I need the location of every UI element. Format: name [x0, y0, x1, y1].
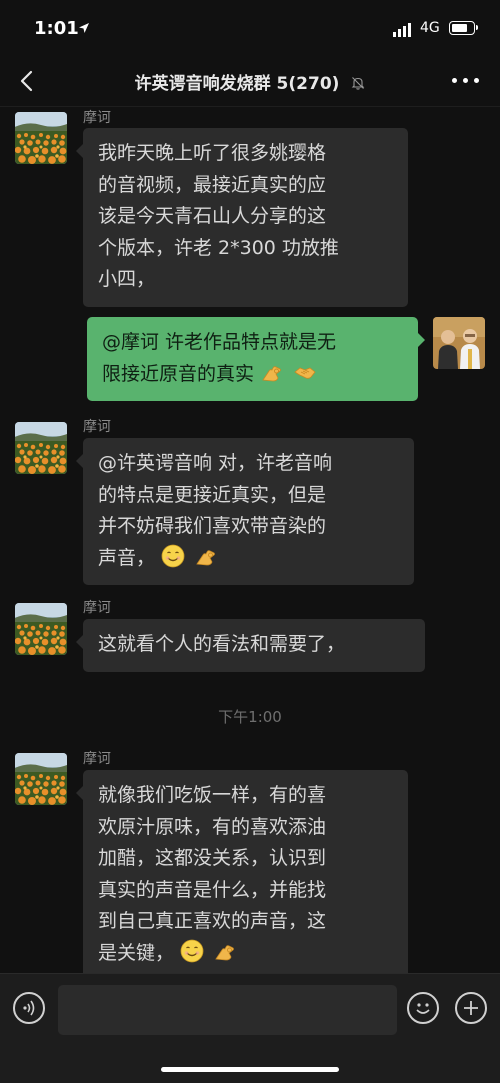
message-item: 摩诃 我昨天晚上听了很多姚璎格 的音视频，最接近真实的应 该是今天青石山人分享的…	[0, 107, 500, 307]
message-line: 限接近原音的真实	[102, 359, 404, 391]
ok-hand-icon	[260, 360, 284, 384]
message-bubble[interactable]: @许英谔音响 对，许老音响 的特点是更接近真实，但是 并不妨碍我们喜欢带音染的 …	[76, 438, 414, 585]
emoji-icon[interactable]	[407, 992, 439, 1024]
avatar[interactable]	[433, 317, 485, 369]
sender-name: 摩诃	[83, 751, 111, 767]
avatar[interactable]	[15, 112, 67, 164]
message-line: 加醋，这都没关系，认识到	[98, 847, 327, 869]
avatar[interactable]	[15, 603, 67, 655]
message-text: 是关键，	[98, 941, 175, 964]
bell-off-icon	[352, 77, 365, 90]
ok-hand-icon	[213, 939, 237, 963]
message-text: 声音，	[98, 546, 156, 569]
more-dots-icon[interactable]	[452, 78, 480, 84]
message-line: 我昨天晚上听了很多姚璎格	[98, 142, 327, 164]
message-line: 的特点是更接近真实，但是	[98, 483, 327, 506]
plus-icon[interactable]	[455, 992, 487, 1024]
message-line: 这就看个人的看法和需要了，	[98, 633, 346, 655]
sender-name: 摩诃	[83, 419, 111, 435]
voice-icon[interactable]	[13, 992, 45, 1024]
message-line: @摩诃 许老作品特点就是无	[102, 331, 337, 353]
message-input[interactable]	[58, 985, 397, 1035]
message-line: 真实的声音是什么，并能找	[98, 878, 327, 901]
location-arrow-icon	[79, 23, 89, 33]
message-item: 摩诃 @许英谔音响 对，许老音响 的特点是更接近真实，但是 并不妨碍我们喜欢带音…	[0, 416, 500, 596]
message-bubble[interactable]: @摩诃 许老作品特点就是无 限接近原音的真实	[87, 317, 425, 401]
message-line: 该是今天青石山人分享的这	[98, 205, 327, 227]
message-item: 摩诃 这就看个人的看法和需要了，	[0, 597, 500, 677]
home-indicator[interactable]	[161, 1067, 339, 1072]
chat-title: 许英谔音响发烧群 5(270)	[0, 69, 500, 94]
message-line: @许英谔音响 对，许老音响	[98, 452, 333, 474]
chat-header: 许英谔音响发烧群 5(270)	[0, 56, 500, 107]
time-separator: 下午1:00	[218, 708, 282, 726]
message-line: 声音，	[98, 543, 400, 575]
sender-name: 摩诃	[83, 600, 111, 616]
message-line: 小四，	[98, 268, 156, 290]
message-bubble[interactable]: 我昨天晚上听了很多姚璎格 的音视频，最接近真实的应 该是今天青石山人分享的这 个…	[76, 128, 408, 307]
avatar[interactable]	[15, 422, 67, 474]
sender-name: 摩诃	[83, 110, 111, 126]
message-bubble[interactable]: 这就看个人的看法和需要了，	[76, 619, 425, 672]
message-item: 摩诃 就像我们吃饭一样，有的喜 欢原汁原味，有的喜欢添油 加醋，这都没关系，认识…	[0, 748, 500, 973]
battery-level	[452, 24, 468, 32]
network-type: 4G	[420, 20, 440, 36]
avatar[interactable]	[15, 753, 67, 805]
handshake-icon	[293, 360, 317, 384]
message-line: 欢原汁原味，有的喜欢添油	[98, 815, 327, 838]
smile-icon	[161, 544, 185, 568]
message-bubble[interactable]: 就像我们吃饭一样，有的喜 欢原汁原味，有的喜欢添油 加醋，这都没关系，认识到 真…	[76, 770, 408, 973]
ok-hand-icon	[194, 544, 218, 568]
group-name: 许英谔音响发烧群 5(270)	[134, 74, 340, 94]
battery-icon	[449, 21, 478, 35]
cellular-signal-icon	[393, 23, 413, 37]
smile-icon	[180, 939, 204, 963]
message-line: 是关键，	[98, 938, 394, 970]
status-time: 1:01	[34, 18, 79, 39]
message-text: 限接近原音的真实	[102, 362, 255, 385]
message-line: 的音视频，最接近真实的应	[98, 173, 327, 196]
message-line: 到自己真正喜欢的声音，这	[98, 910, 327, 932]
message-line: 个版本，许老 2*300 功放推	[98, 236, 339, 259]
message-line: 并不妨碍我们喜欢带音染的	[98, 515, 327, 537]
message-list[interactable]: 摩诃 我昨天晚上听了很多姚璎格 的音视频，最接近真实的应 该是今天青石山人分享的…	[0, 107, 500, 973]
message-line: 就像我们吃饭一样，有的喜	[98, 784, 327, 806]
status-bar: 1:01 4G	[0, 0, 500, 56]
message-item: @摩诃 许老作品特点就是无 限接近原音的真实	[0, 317, 500, 407]
